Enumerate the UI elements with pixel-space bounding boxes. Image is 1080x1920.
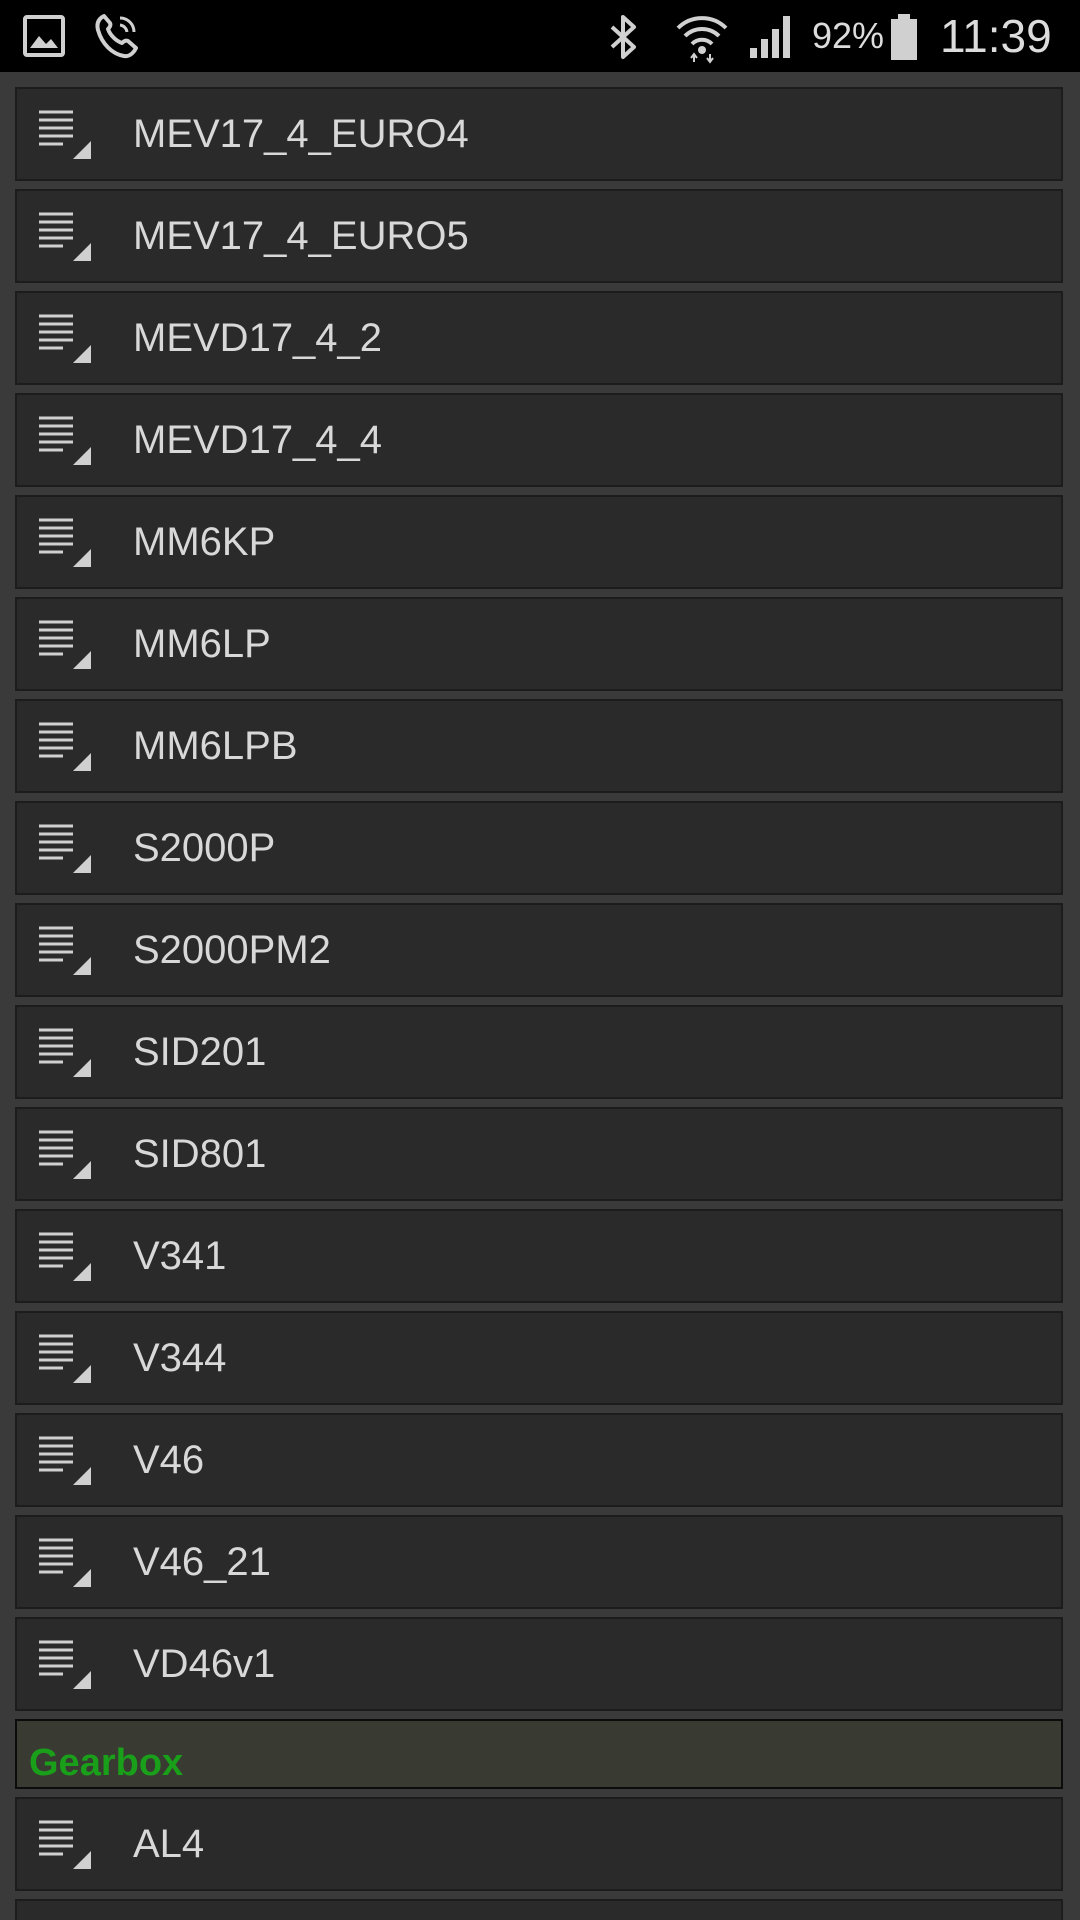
list-item-icon [37, 1817, 93, 1873]
list-item-label: MM6LPB [133, 724, 298, 768]
section-header-label: Gearbox [29, 1742, 184, 1784]
list-item-icon [37, 617, 93, 673]
clock: 11:39 [940, 10, 1052, 62]
list-item-icon [37, 107, 93, 163]
list-item[interactable]: S2000P [15, 801, 1063, 895]
list-item-icon [37, 1025, 93, 1081]
list-item[interactable]: MM6LP [15, 597, 1063, 691]
list-item[interactable]: MM6KP [15, 495, 1063, 589]
list-item[interactable]: SID201 [15, 1005, 1063, 1099]
battery-percent: 92% [812, 15, 885, 56]
list-item[interactable]: V344 [15, 1311, 1063, 1405]
list-item[interactable]: MEV17_4_EURO4 [15, 87, 1063, 181]
list-item[interactable]: MM6LPB [15, 699, 1063, 793]
list-item-icon [37, 1637, 93, 1693]
phone-call-icon [88, 10, 144, 62]
list-item[interactable]: S2000PM2 [15, 903, 1063, 997]
list-item[interactable]: V46_21 [15, 1515, 1063, 1609]
ecu-list-screen[interactable]: MEV17_4_EURO4 MEV17_4_EURO5 MEVD17_4_2 M… [0, 72, 1080, 1920]
battery-icon [886, 12, 922, 62]
list-item[interactable]: MEVD17_4_2 [15, 291, 1063, 385]
list-item[interactable]: MEV17_4_EURO5 [15, 189, 1063, 283]
list-item-label: MEV17_4_EURO4 [133, 112, 469, 156]
list-item[interactable]: AL4 [15, 1797, 1063, 1891]
status-bar: 92% 11:39 [0, 0, 1080, 72]
list-item-icon [37, 1433, 93, 1489]
list-item-icon [37, 719, 93, 775]
list-item-label: MM6KP [133, 520, 276, 564]
list-item-label: MM6LP [133, 622, 271, 666]
list-item-label: MEVD17_4_2 [133, 316, 383, 360]
list-item[interactable] [15, 1899, 1063, 1920]
list-item[interactable]: MEVD17_4_4 [15, 393, 1063, 487]
list-item-icon [37, 311, 93, 367]
list-item-label: V46 [133, 1438, 205, 1482]
list-item-icon [37, 413, 93, 469]
gallery-icon [20, 14, 68, 58]
signal-icon [744, 12, 800, 60]
bluetooth-icon [604, 12, 644, 62]
list-item-label: S2000PM2 [133, 928, 331, 972]
list-item-label: V46_21 [133, 1540, 271, 1584]
list-item-icon [37, 1535, 93, 1591]
list-item-icon [37, 515, 93, 571]
list-item-icon [37, 923, 93, 979]
wifi-icon [672, 8, 732, 64]
list-item[interactable]: V341 [15, 1209, 1063, 1303]
list-item-label: AL4 [133, 1822, 205, 1866]
list-item-label: SID201 [133, 1030, 267, 1074]
list-item-label: SID801 [133, 1132, 267, 1176]
list-item[interactable]: VD46v1 [15, 1617, 1063, 1711]
list-item-icon [37, 821, 93, 877]
list-item-label: VD46v1 [133, 1642, 276, 1686]
list-item-label: V344 [133, 1336, 227, 1380]
list-item-label: MEVD17_4_4 [133, 418, 383, 462]
list-item-label: V341 [133, 1234, 227, 1278]
list-item-label: MEV17_4_EURO5 [133, 214, 469, 258]
section-header-gearbox: Gearbox [15, 1719, 1063, 1789]
list-item[interactable]: V46 [15, 1413, 1063, 1507]
list-item-icon [37, 1127, 93, 1183]
list-item-label: S2000P [133, 826, 276, 870]
list-item[interactable]: SID801 [15, 1107, 1063, 1201]
list-item-icon [37, 209, 93, 265]
list-item-icon [37, 1331, 93, 1387]
list-item-icon [37, 1229, 93, 1285]
ecu-list[interactable]: MEV17_4_EURO4 MEV17_4_EURO5 MEVD17_4_2 M… [15, 87, 1063, 1920]
